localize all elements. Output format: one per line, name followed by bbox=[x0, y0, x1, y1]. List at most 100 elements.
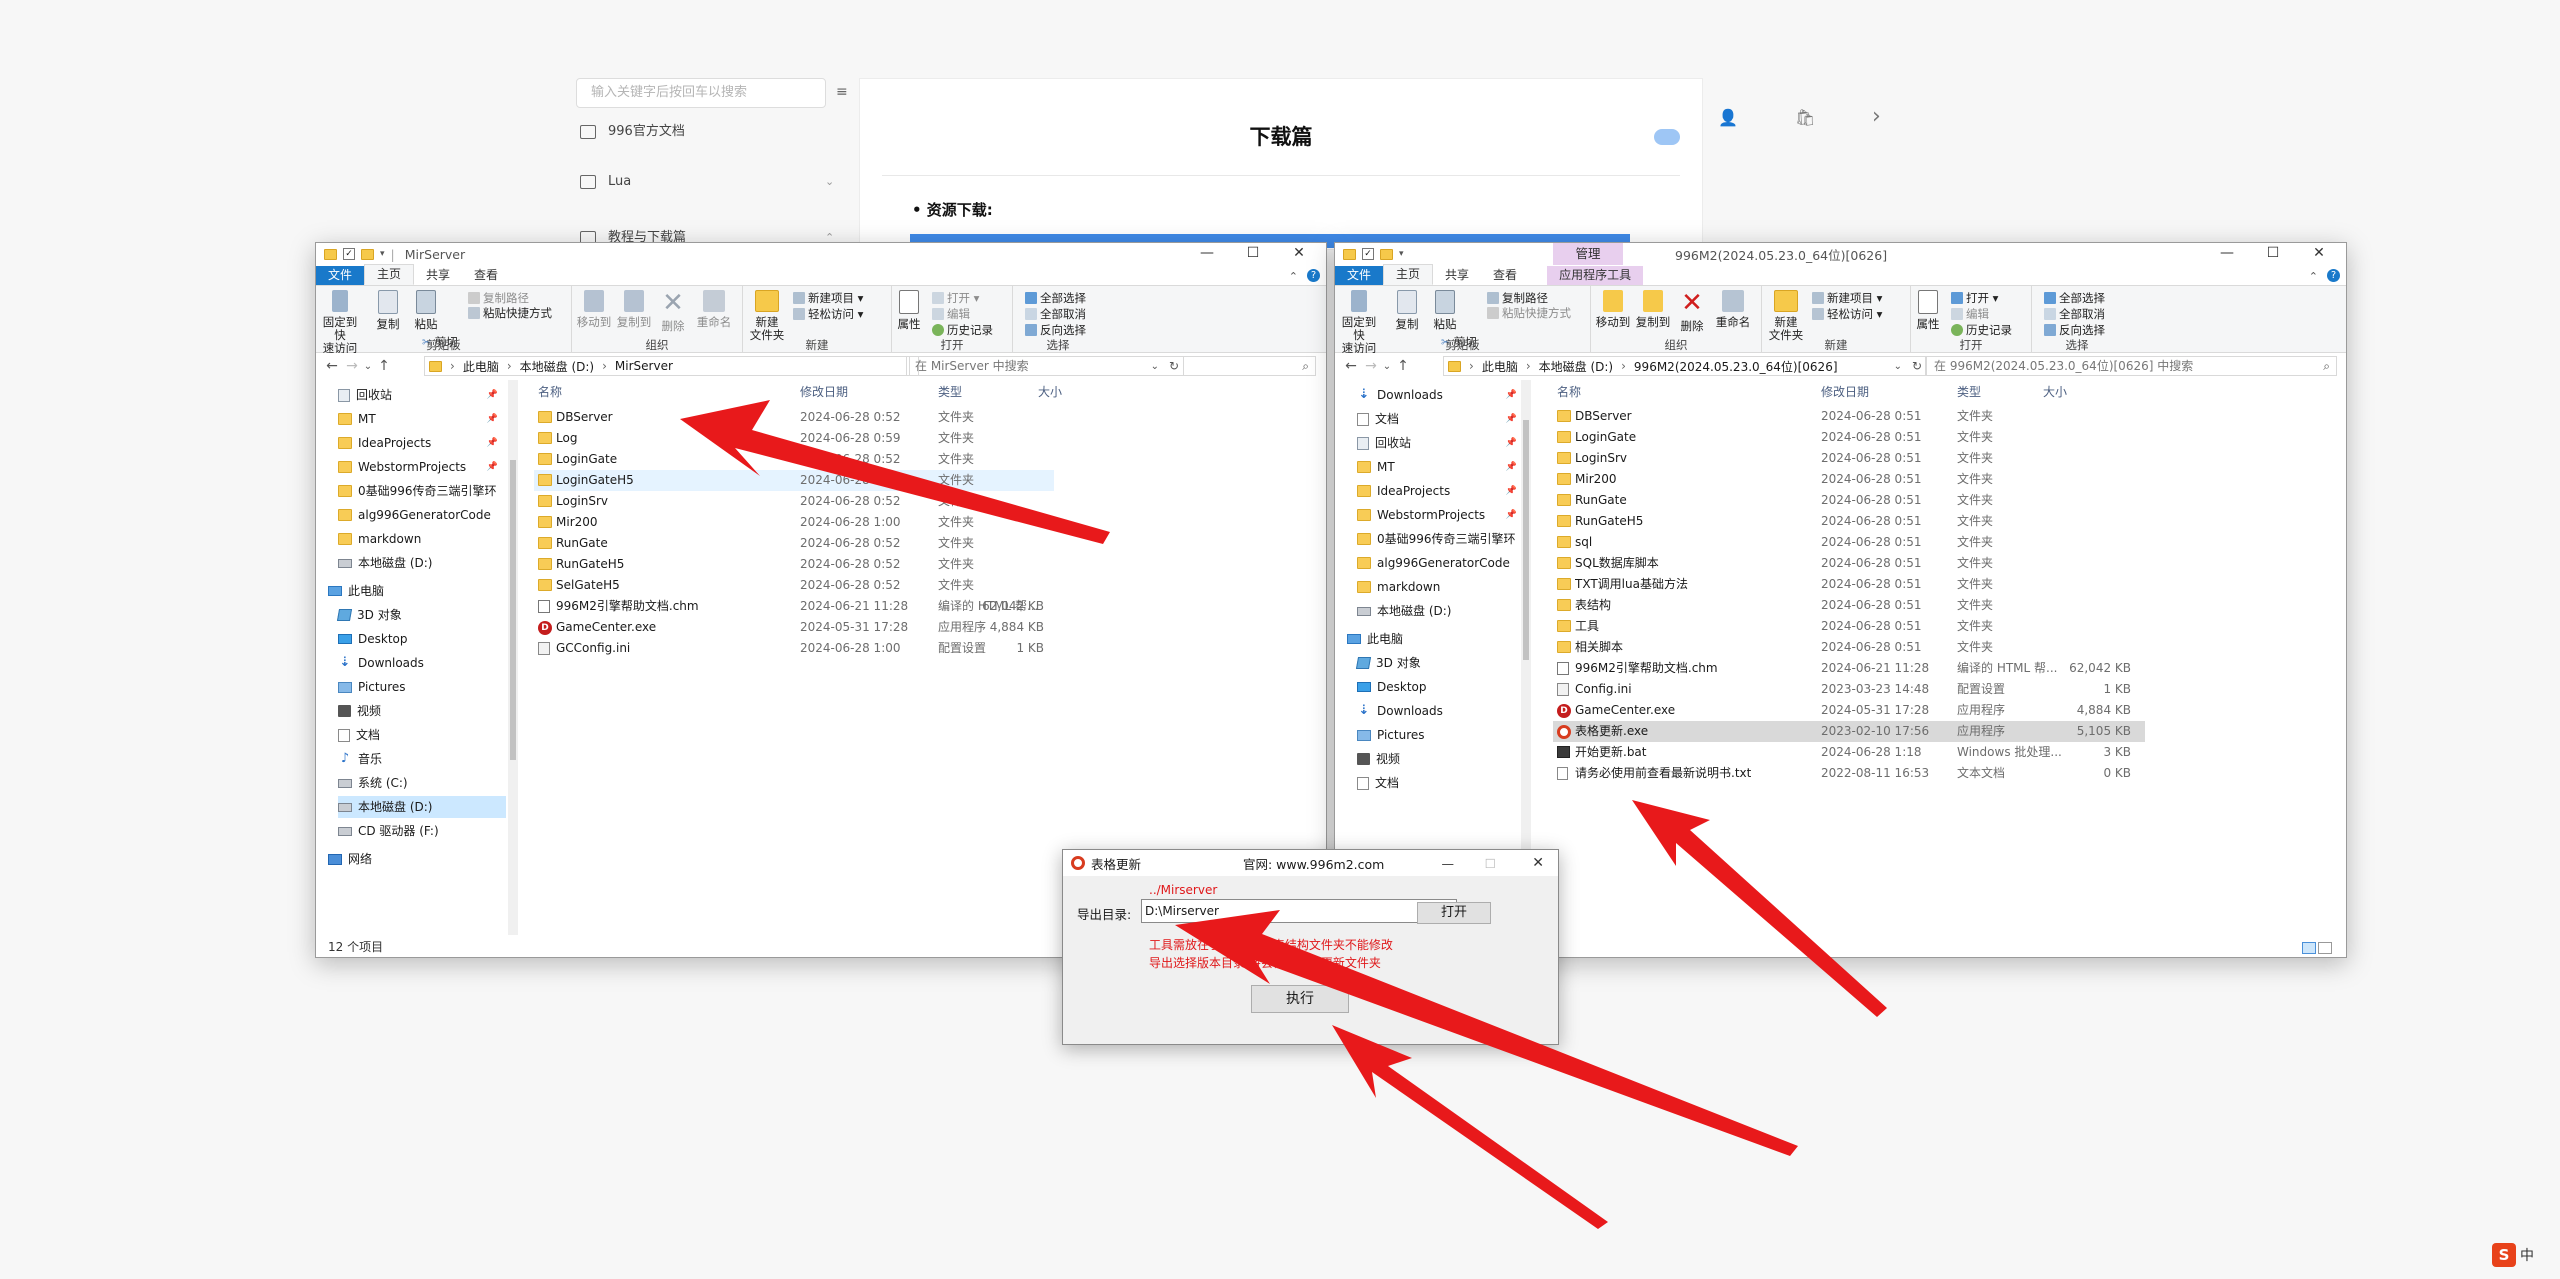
help-icon[interactable]: ? bbox=[1307, 269, 1320, 282]
close-button[interactable]: ✕ bbox=[1276, 245, 1322, 261]
new-folder-button[interactable]: 新建 文件夹 bbox=[1766, 290, 1806, 342]
table-row[interactable]: sql 2024-06-28 0:51 文件夹 bbox=[1553, 532, 2145, 553]
delete-button[interactable]: ✕ 删除 bbox=[1677, 290, 1707, 333]
search-input[interactable]: 在 996M2(2024.05.23.0_64位)[0626] 中搜索 ⌕ bbox=[1925, 356, 2337, 376]
paste-shortcut-button[interactable]: 粘贴快捷方式 bbox=[468, 305, 552, 321]
breadcrumb-folder[interactable]: 996M2(2024.05.23.0_64位)[0626] bbox=[1634, 358, 1838, 375]
nav-item[interactable]: 网络 bbox=[328, 848, 506, 870]
table-row[interactable]: RunGateH5 2024-06-28 0:51 文件夹 bbox=[1553, 511, 2145, 532]
table-row[interactable]: 表结构 2024-06-28 0:51 文件夹 bbox=[1553, 595, 2145, 616]
nav-item[interactable]: WebstormProjects 📌 bbox=[1357, 504, 1525, 526]
sidebar-item-lua[interactable]: Lua ⌄ bbox=[580, 170, 834, 194]
nav-item[interactable]: ♪ 音乐 bbox=[338, 748, 506, 770]
properties-quick-icon[interactable]: ✓ bbox=[1362, 248, 1374, 260]
edit-button[interactable]: 编辑 bbox=[1951, 306, 1989, 322]
recent-dropdown-icon[interactable]: ⌄ bbox=[1381, 361, 1393, 372]
title-bar[interactable]: ✓ ▾ 管理 996M2(2024.05.23.0_64位)[0626] — ☐… bbox=[1335, 243, 2346, 265]
nav-item[interactable]: 回收站 📌 bbox=[1357, 432, 1525, 454]
forward-button[interactable]: → bbox=[342, 358, 362, 374]
chevron-down-icon[interactable]: ⌄ bbox=[1894, 361, 1902, 372]
table-row[interactable]: Config.ini 2023-03-23 14:48 配置设置 1 KB bbox=[1553, 679, 2145, 700]
table-row[interactable]: LoginGate 2024-06-28 0:51 文件夹 bbox=[1553, 427, 2145, 448]
table-row[interactable]: LoginGateH5 2024-06-28 0:52 文件夹 bbox=[534, 470, 1054, 491]
nav-item[interactable]: 3D 对象 bbox=[336, 604, 506, 626]
refresh-icon[interactable]: ↻ bbox=[1912, 359, 1922, 373]
address-bar[interactable]: › 此电脑 › 本地磁盘 (D:) › 996M2(2024.05.23.0_6… bbox=[1443, 356, 1927, 376]
nav-item[interactable]: 0基础996传奇三端引擎环 bbox=[338, 480, 506, 502]
search-input[interactable]: 在 MirServer 中搜索 ⌕ bbox=[906, 356, 1316, 376]
properties-button[interactable]: 属性 bbox=[1913, 290, 1943, 331]
table-row[interactable]: LoginGate 2024-06-28 0:52 文件夹 bbox=[534, 449, 1054, 470]
nav-item[interactable]: MT 📌 bbox=[338, 408, 506, 430]
select-all-button[interactable]: 全部选择 bbox=[2044, 290, 2105, 306]
ime-indicator[interactable]: S 中 bbox=[2492, 1243, 2534, 1267]
nav-item[interactable]: alg996GeneratorCode bbox=[1357, 552, 1525, 574]
invert-selection-button[interactable]: 反向选择 bbox=[2044, 322, 2105, 338]
table-row[interactable]: SelGateH5 2024-06-28 0:52 文件夹 bbox=[534, 575, 1054, 596]
rename-button[interactable]: 重命名 bbox=[692, 290, 736, 329]
back-button[interactable]: ← bbox=[322, 358, 342, 374]
paste-shortcut-button[interactable]: 粘贴快捷方式 bbox=[1487, 305, 1571, 321]
nav-item[interactable]: markdown bbox=[338, 528, 506, 550]
paste-button[interactable]: 粘贴 bbox=[414, 290, 438, 331]
delete-button[interactable]: ✕ 删除 bbox=[658, 290, 688, 333]
tab-view[interactable]: 查看 bbox=[1481, 266, 1529, 285]
nav-item[interactable]: Desktop bbox=[338, 628, 506, 650]
column-size[interactable]: 大小 bbox=[2043, 383, 2067, 400]
table-row[interactable]: 996M2引擎帮助文档.chm 2024-06-21 11:28 编译的 HTML … bbox=[534, 596, 1054, 617]
tab-home[interactable]: 主页 bbox=[1383, 264, 1434, 285]
nav-item[interactable]: IdeaProjects 📌 bbox=[1357, 480, 1525, 502]
chevron-up-icon[interactable]: ⌃ bbox=[2309, 270, 2318, 283]
chevron-up-icon[interactable]: ⌃ bbox=[1289, 270, 1298, 283]
select-none-button[interactable]: 全部取消 bbox=[2044, 306, 2105, 322]
minimize-button[interactable]: — bbox=[1184, 245, 1230, 261]
nav-item[interactable]: 本地磁盘 (D:) bbox=[1357, 600, 1525, 622]
nav-item[interactable]: WebstormProjects 📌 bbox=[338, 456, 506, 478]
new-folder-quick-icon[interactable] bbox=[361, 248, 374, 260]
new-item-button[interactable]: 新建项目 ▾ bbox=[793, 290, 863, 306]
tab-manage[interactable]: 管理 bbox=[1553, 243, 1623, 265]
nav-item[interactable]: Desktop bbox=[1357, 676, 1525, 698]
properties-button[interactable]: 属性 bbox=[894, 290, 924, 331]
column-date[interactable]: 修改日期 bbox=[1821, 383, 1869, 400]
table-row[interactable]: DBServer 2024-06-28 0:51 文件夹 bbox=[1553, 406, 2145, 427]
recent-dropdown-icon[interactable]: ⌄ bbox=[362, 361, 374, 372]
run-button[interactable]: 执行 bbox=[1251, 985, 1349, 1013]
select-all-button[interactable]: 全部选择 bbox=[1025, 290, 1086, 306]
table-row[interactable]: LoginSrv 2024-06-28 0:52 文件夹 bbox=[534, 491, 1054, 512]
table-row[interactable]: 工具 2024-06-28 0:51 文件夹 bbox=[1553, 616, 2145, 637]
nav-item[interactable]: IdeaProjects 📌 bbox=[338, 432, 506, 454]
table-row[interactable]: 相关脚本 2024-06-28 0:51 文件夹 bbox=[1553, 637, 2145, 658]
nav-item[interactable]: 文档 bbox=[338, 724, 506, 746]
table-row[interactable]: 表格更新.exe 2023-02-10 17:56 应用程序 5,105 KB bbox=[1553, 721, 2145, 742]
copy-path-button[interactable]: 复制路径 bbox=[468, 290, 529, 306]
maximize-button[interactable]: ☐ bbox=[2250, 245, 2296, 261]
column-name[interactable]: 名称 bbox=[1557, 383, 1581, 400]
table-row[interactable]: RunGate 2024-06-28 0:51 文件夹 bbox=[1553, 490, 2145, 511]
table-row[interactable]: D GameCenter.exe 2024-05-31 17:28 应用程序 4,884… bbox=[1553, 700, 2145, 721]
user-icon[interactable]: 👤 bbox=[1718, 108, 1738, 127]
tab-view[interactable]: 查看 bbox=[462, 266, 510, 285]
new-folder-quick-icon[interactable] bbox=[1380, 248, 1393, 260]
title-bar[interactable]: ✓ ▾ | MirServer — ☐ ✕ bbox=[316, 243, 1326, 265]
copy-button[interactable]: 复制 bbox=[1395, 290, 1419, 331]
move-to-button[interactable]: 移动到 bbox=[1593, 290, 1633, 329]
table-row[interactable]: 996M2引擎帮助文档.chm 2024-06-21 11:28 编译的 HTML … bbox=[1553, 658, 2145, 679]
open-button[interactable]: 打开 ▾ bbox=[932, 290, 979, 306]
breadcrumb-pc[interactable]: 此电脑 bbox=[1482, 358, 1518, 375]
quick-access-dropdown-icon[interactable]: ▾ bbox=[380, 249, 385, 259]
sidebar-item-official-docs[interactable]: 996官方文档 bbox=[580, 120, 685, 144]
tab-share[interactable]: 共享 bbox=[1433, 266, 1481, 285]
minimize-button[interactable]: — bbox=[1442, 856, 1455, 871]
rename-button[interactable]: 重命名 bbox=[1711, 290, 1755, 329]
nav-item[interactable]: Pictures bbox=[338, 676, 506, 698]
scrollbar-thumb[interactable] bbox=[1523, 420, 1529, 660]
easy-access-button[interactable]: 轻松访问 ▾ bbox=[793, 306, 863, 322]
easy-access-button[interactable]: 轻松访问 ▾ bbox=[1812, 306, 1882, 322]
table-row[interactable]: 请务必使用前查看最新说明书.txt 2022-08-11 16:53 文本文档 0 K… bbox=[1553, 763, 2145, 784]
copy-button[interactable]: 复制 bbox=[376, 290, 400, 331]
edit-button[interactable]: 编辑 bbox=[932, 306, 970, 322]
nav-item[interactable]: ⇣ Downloads 📌 bbox=[1357, 384, 1525, 406]
close-button[interactable]: ✕ bbox=[1532, 855, 1544, 871]
nav-item[interactable]: alg996GeneratorCode bbox=[338, 504, 506, 526]
